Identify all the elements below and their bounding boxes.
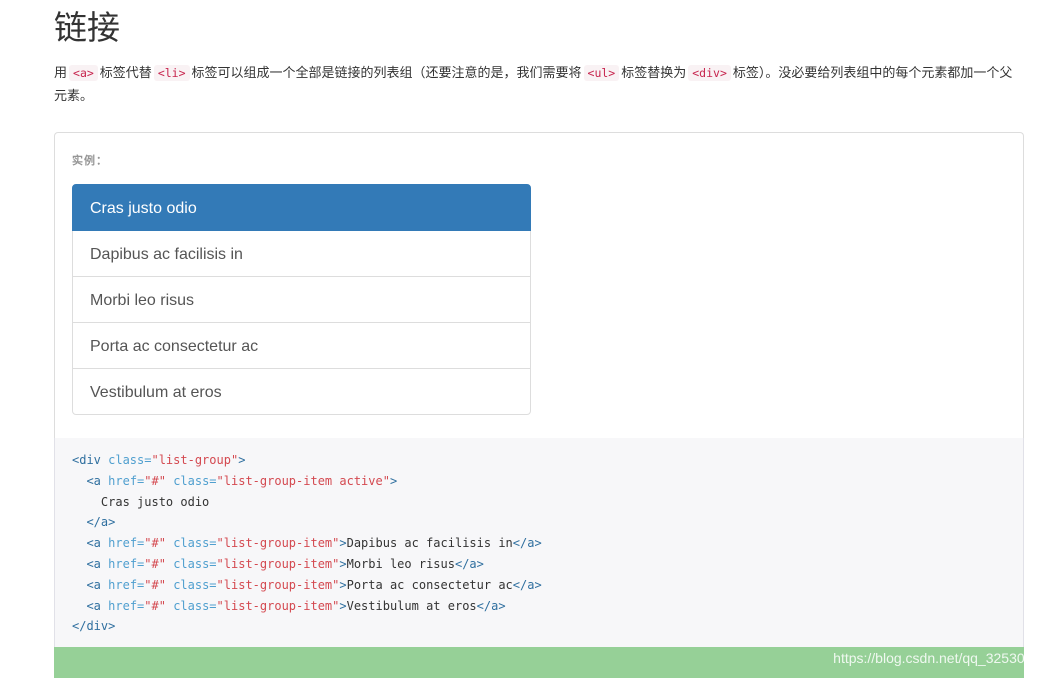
code-token-attr: href= [108,577,145,592]
example-panel: 实例： Cras justo odio Dapibus ac facilisis… [54,132,1024,438]
code-token-tag: > [238,453,246,467]
code-line: <a href="#" class="list-group-item">Port… [72,575,1006,596]
inline-code-li: <li> [153,65,190,81]
code-token-tag: </a> [512,577,542,592]
code-token-tag: <a [86,598,109,613]
code-token-attr: class= [173,598,217,613]
code-token-str: "#" [144,577,166,592]
code-token-text: Vestibulum at eros [346,598,477,613]
code-token-str: "list-group-item" [216,577,340,592]
code-token-attr: class= [108,453,152,467]
code-token-attr: href= [108,598,145,613]
inline-code-div: <div> [688,65,731,81]
code-token-attr: href= [108,473,145,488]
code-token-str: "list-group" [151,453,239,467]
list-group-item[interactable]: Morbi leo risus [72,276,531,323]
example-label: 实例： [72,154,108,167]
code-line: <a href="#" class="list-group-item">Dapi… [72,533,1006,554]
code-token-tag: <div [72,453,109,467]
code-token-text: Dapibus ac facilisis in [346,536,513,551]
code-token-str: "list-group-item active" [216,473,390,488]
code-token-attr: href= [108,536,145,551]
code-token-str: "list-group-item" [216,536,340,551]
list-group: Cras justo odio Dapibus ac facilisis in … [72,184,531,415]
list-group-item[interactable]: Vestibulum at eros [72,368,531,415]
code-token-attr: class= [173,536,217,551]
code-token-str: "#" [144,556,166,571]
code-line: <a href="#" class="list-group-item activ… [72,471,1006,492]
code-token-str: "list-group-item" [216,598,340,613]
code-block: <div class="list-group"> <a href="#" cla… [54,438,1024,647]
code-token-tag: > [339,556,347,571]
list-group-item[interactable]: Dapibus ac facilisis in [72,230,531,277]
code-token-text: Porta ac consectetur ac [346,577,513,592]
intro-text-1: 用 [54,66,68,81]
code-line: Cras justo odio [72,492,1006,513]
code-line: <a href="#" class="list-group-item">Morb… [72,554,1006,575]
code-line: </div> [72,616,1006,637]
list-group-item[interactable]: Porta ac consectetur ac [72,322,531,369]
code-token-tag: </a> [454,556,484,571]
code-line: <div class="list-group"> [72,450,1006,471]
intro-text-2: 标签代替 [99,66,152,81]
code-token-tag: > [339,577,347,592]
code-token-attr: class= [173,577,217,592]
intro-paragraph: 用 <a> 标签代替 <li> 标签可以组成一个全部是链接的列表组（还要注意的是，我们需… [54,62,1020,108]
code-token-str: "#" [144,473,166,488]
code-token-str: "list-group-item" [216,556,340,571]
code-token-tag: </a> [86,515,116,530]
code-token-str: "#" [144,536,166,551]
code-token-attr: href= [108,556,145,571]
code-token-str: "#" [144,598,166,613]
code-token-tag: > [389,473,398,488]
code-line: <a href="#" class="list-group-item">Vest… [72,596,1006,617]
inline-code-ul: <ul> [583,65,620,81]
code-token-text: Cras justo odio [72,494,210,509]
page-title: 链接 [54,8,120,47]
code-token-text: Morbi leo risus [346,556,455,571]
code-token-tag: </div> [72,619,116,634]
code-token-tag: <a [86,473,109,488]
inline-code-a: <a> [69,65,98,81]
code-token-tag: </a> [476,598,506,613]
code-token-tag: </a> [512,536,542,551]
code-token-attr: class= [173,473,217,488]
intro-text-3: 标签可以组成一个全部是链接的列表组（还要注意的是，我们需要将 [191,66,582,81]
list-group-item-active[interactable]: Cras justo odio [72,184,531,231]
code-token-tag: > [339,598,347,613]
code-token-tag: > [339,536,347,551]
intro-text-4: 标签替换为 [621,66,687,81]
code-token-tag: <a [86,536,109,551]
watermark: https://blog.csdn.net/qq_32530301 [833,650,1048,666]
code-line: </a> [72,512,1006,533]
code-token-tag: <a [86,556,109,571]
code-token-attr: class= [173,556,217,571]
code-token-tag: <a [86,577,109,592]
